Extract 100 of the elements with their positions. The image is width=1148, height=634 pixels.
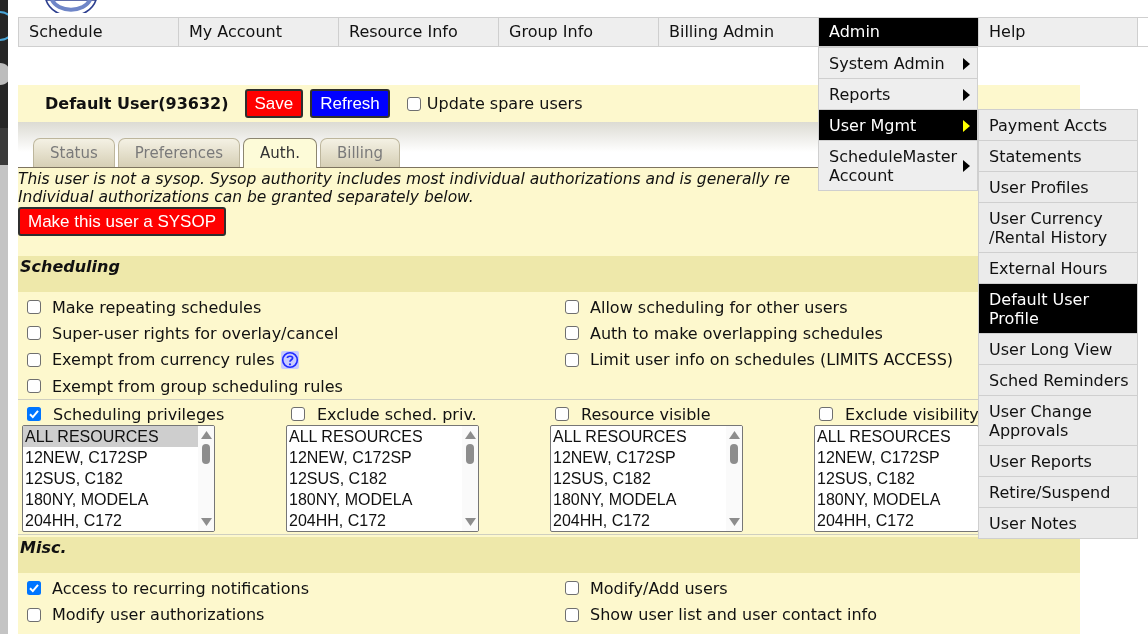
list-option[interactable]: ALL RESOURCES	[815, 426, 953, 448]
scroll-thumb[interactable]	[730, 444, 738, 465]
list-option[interactable]: 12NEW, C172SP	[23, 447, 150, 469]
list-option[interactable]: 180NY, MODELA	[551, 489, 679, 511]
menu-item[interactable]: ScheduleMaster Account	[818, 141, 978, 191]
checkbox[interactable]	[565, 300, 579, 315]
notice-text: Individual authorizations can be granted separately below.	[18, 188, 474, 206]
checkbox-label: Super-user rights for overlay/cancel	[52, 323, 339, 343]
checkbox[interactable]	[565, 326, 579, 341]
submenu-item[interactable]: Sched Reminders	[978, 365, 1138, 396]
list-option[interactable]: 204HH, C172	[551, 510, 652, 532]
save-button[interactable]: Save	[244, 89, 304, 118]
submenu-item[interactable]: Retire/Suspend	[978, 477, 1138, 508]
make-sysop-button[interactable]: Make this user a SYSOP	[18, 207, 227, 236]
submenu-item[interactable]: Default User Profile	[978, 284, 1138, 334]
list-option[interactable]: 204HH, C172	[23, 510, 124, 532]
checkbox[interactable]	[819, 407, 833, 422]
submenu-item[interactable]: User Reports	[978, 446, 1138, 477]
checkbox[interactable]	[27, 407, 41, 422]
list-option[interactable]: 204HH, C172	[815, 510, 916, 532]
scroll-up-icon[interactable]	[464, 431, 476, 440]
list-option[interactable]: 12NEW, C172SP	[815, 447, 942, 469]
section-title: Misc.	[20, 538, 67, 558]
scroll-up-icon[interactable]	[728, 431, 740, 440]
scrollbar[interactable]	[462, 426, 478, 532]
submenu-item[interactable]: User Long View	[978, 334, 1138, 365]
checkbox[interactable]	[565, 607, 579, 622]
list-option[interactable]: 12NEW, C172SP	[551, 447, 678, 469]
nav-tab[interactable]: Admin	[819, 18, 978, 46]
scrollbar[interactable]	[198, 426, 214, 532]
scroll-down-icon[interactable]	[464, 518, 476, 527]
submenu-item[interactable]: User Change Approvals	[978, 396, 1138, 446]
submenu-item[interactable]: User Currency /Rental History	[978, 203, 1138, 253]
checkbox-label: Update spare users	[426, 94, 583, 113]
list-option[interactable]: 12SUS, C182	[23, 468, 125, 490]
scroll-down-icon[interactable]	[728, 518, 740, 527]
user-title: Default User(93632)	[45, 94, 229, 113]
checkbox-label: Scheduling privileges	[53, 404, 225, 424]
scroll-thumb[interactable]	[466, 444, 474, 465]
list-option[interactable]: ALL RESOURCES	[23, 426, 198, 448]
resource-listbox[interactable]: ALL RESOURCES 12NEW, C172SP 12SUS, C182 180NY, MODELA 204HH, C172	[814, 425, 979, 533]
list-option[interactable]: 12SUS, C182	[551, 468, 653, 490]
list-option[interactable]: ALL RESOURCES	[551, 426, 689, 448]
scrollbar[interactable]	[726, 426, 742, 532]
list-option[interactable]: 180NY, MODELA	[23, 489, 151, 511]
list-option[interactable]: 12NEW, C172SP	[287, 447, 414, 469]
list-option[interactable]: 12SUS, C182	[815, 468, 917, 490]
nav-tab[interactable]: Billing Admin	[659, 18, 818, 46]
checkbox-label: Make repeating schedules	[52, 297, 262, 317]
nav-tab[interactable]: Group Info	[499, 18, 658, 46]
checkbox[interactable]	[565, 352, 579, 367]
nav-tab[interactable]: Resource Info	[339, 18, 498, 46]
list-option[interactable]: ALL RESOURCES	[287, 426, 425, 448]
checkbox-label: Show user list and user contact info	[590, 605, 877, 625]
section-title: Scheduling	[20, 257, 120, 276]
list-option[interactable]: 180NY, MODELA	[287, 489, 415, 511]
submenu-item[interactable]: User Profiles	[978, 172, 1138, 203]
scroll-down-icon[interactable]	[200, 518, 212, 527]
checkbox-label: Resource visible	[581, 404, 711, 424]
tab[interactable]: Auth.	[243, 138, 317, 168]
checkbox[interactable]	[27, 581, 41, 596]
checkbox-label: Exclude visibility	[845, 404, 979, 424]
checkbox-label: Exempt from currency rules	[52, 350, 275, 370]
submenu-item[interactable]: Statements	[978, 141, 1138, 172]
help-icon[interactable]	[280, 350, 299, 369]
checkbox-label: Modify/Add users	[590, 578, 728, 598]
checkbox[interactable]	[565, 581, 579, 596]
scroll-thumb[interactable]	[202, 444, 210, 465]
checkbox[interactable]	[27, 379, 41, 394]
submenu-item[interactable]: User Notes	[978, 508, 1138, 539]
submenu-item[interactable]: Payment Accts	[978, 110, 1138, 141]
checkbox[interactable]	[27, 326, 41, 341]
checkbox-label: Allow scheduling for other users	[590, 297, 848, 317]
ring-icon	[0, 10, 8, 42]
checkbox[interactable]	[406, 96, 421, 111]
checkbox[interactable]	[27, 352, 41, 367]
submenu-item[interactable]: External Hours	[978, 253, 1138, 284]
checkbox[interactable]	[27, 300, 41, 315]
list-option[interactable]: 180NY, MODELA	[815, 489, 943, 511]
scroll-up-icon[interactable]	[200, 431, 212, 440]
menu-item[interactable]: System Admin	[818, 47, 978, 79]
resource-listbox[interactable]: ALL RESOURCES 12NEW, C172SP 12SUS, C182 180NY, MODELA 204HH, C172	[22, 425, 215, 533]
nav-tab[interactable]: Help	[979, 18, 1137, 46]
checkbox-label: Auth to make overlapping schedules	[590, 323, 883, 343]
list-option[interactable]: 12SUS, C182	[287, 468, 389, 490]
checkbox-label: Modify user authorizations	[52, 605, 265, 625]
checkbox[interactable]	[27, 607, 41, 622]
checkbox[interactable]	[291, 407, 305, 422]
resource-listbox[interactable]: ALL RESOURCES 12NEW, C172SP 12SUS, C182 180NY, MODELA 204HH, C172	[286, 425, 479, 533]
refresh-button[interactable]: Refresh	[310, 89, 390, 118]
menu-item[interactable]: Reports	[818, 79, 978, 110]
menu-item[interactable]: User Mgmt	[818, 110, 978, 141]
checkbox-label: Limit user info on schedules (LIMITS ACCESS)	[590, 350, 954, 370]
checkbox[interactable]	[555, 407, 569, 422]
checkbox-label: Access to recurring notifications	[52, 578, 310, 598]
resource-listbox[interactable]: ALL RESOURCES 12NEW, C172SP 12SUS, C182 180NY, MODELA 204HH, C172	[550, 425, 743, 533]
list-option[interactable]: 204HH, C172	[287, 510, 388, 532]
nav-tab[interactable]: My Account	[179, 18, 338, 46]
notice-text: This user is not a sysop. Sysop authority includes most individual authorizations and is generally re	[18, 170, 791, 188]
nav-tab[interactable]: Schedule	[19, 18, 178, 46]
